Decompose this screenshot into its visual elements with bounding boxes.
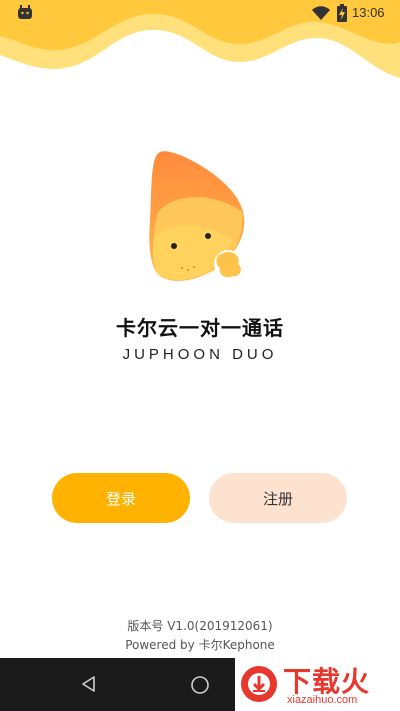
register-button[interactable]: 注册: [209, 473, 347, 523]
home-icon[interactable]: [190, 675, 210, 695]
status-bar: 13:06: [0, 0, 400, 28]
app-subtitle: JUPHOON DUO: [122, 346, 278, 363]
flame-logo-icon: [241, 666, 277, 702]
battery-charging-icon: [337, 4, 347, 22]
watermark: 下载火 xiazaihuo.com: [235, 658, 400, 711]
back-icon[interactable]: [80, 675, 98, 693]
status-time: 13:06: [352, 5, 385, 20]
watermark-url: xiazaihuo.com: [287, 694, 358, 706]
splash-screen: 13:06 卡尔云一对一通话 JUPHOON DUO 登录 注册 版本号 V1.…: [0, 0, 400, 711]
app-notification-icon: [18, 5, 32, 19]
wifi-icon: [312, 6, 330, 20]
juphoon-logo: [149, 151, 245, 281]
login-button[interactable]: 登录: [52, 473, 190, 523]
powered-by-text: Powered by 卡尔Kephone: [125, 638, 275, 652]
app-name: 卡尔云一对一通话: [116, 316, 284, 340]
version-text: 版本号 V1.0(201912061): [127, 619, 273, 633]
